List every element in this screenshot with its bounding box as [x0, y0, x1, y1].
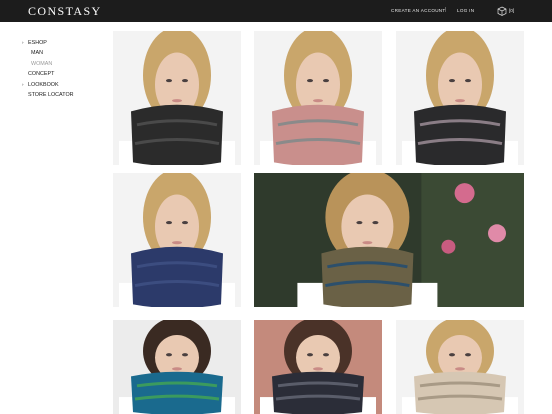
nav-item-woman[interactable]: WOMAN — [22, 59, 74, 69]
nav-item-label: MAN — [31, 50, 43, 57]
model-image — [254, 320, 382, 414]
nav-item-label: ESHOP — [28, 40, 47, 46]
model-image — [113, 173, 241, 307]
nav-item-concept[interactable]: CONCEPT — [22, 69, 74, 79]
product-photo[interactable] — [254, 31, 382, 165]
product-photo[interactable] — [254, 320, 382, 414]
model-image — [396, 320, 524, 414]
product-photo[interactable] — [113, 31, 241, 165]
product-photo[interactable] — [396, 320, 524, 414]
model-image — [254, 173, 524, 307]
nav-item-label: LOOKBOOK — [28, 81, 59, 88]
brand-logo[interactable]: CONSTASY — [28, 4, 102, 19]
product-photo[interactable] — [113, 173, 241, 307]
nav-item-store-locator[interactable]: STORE LOCATOR — [22, 90, 74, 100]
create-account-link[interactable]: CREATE AN ACCOUNT — [391, 8, 446, 13]
top-separator: | — [445, 7, 447, 13]
cart-count[interactable]: [0] — [509, 8, 514, 13]
top-bar: CONSTASY CREATE AN ACCOUNT | LOG IN [0] — [0, 0, 552, 22]
nav-item-eshop[interactable]: › ESHOP — [22, 38, 74, 48]
sidebar-nav: › ESHOP MAN WOMAN CONCEPT › LOOKBOOK STORE… — [22, 38, 74, 100]
nav-item-label: WOMAN — [31, 60, 53, 67]
product-photo[interactable] — [254, 173, 524, 307]
nav-item-lookbook[interactable]: › LOOKBOOK — [22, 80, 74, 90]
nav-item-label: STORE LOCATOR — [28, 92, 74, 99]
nav-item-man[interactable]: MAN — [22, 48, 74, 58]
model-image — [113, 31, 241, 165]
model-image — [254, 31, 382, 165]
model-image — [113, 320, 241, 414]
cube-bag-icon[interactable] — [497, 6, 507, 16]
nav-item-label: CONCEPT — [28, 71, 55, 78]
login-link[interactable]: LOG IN — [457, 8, 474, 13]
product-photo[interactable] — [396, 31, 524, 165]
model-image — [396, 31, 524, 165]
product-photo[interactable] — [113, 320, 241, 414]
